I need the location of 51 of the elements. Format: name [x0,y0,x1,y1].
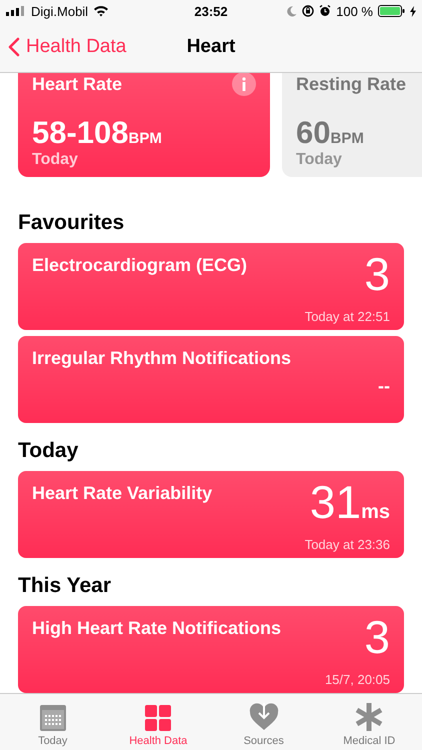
card-caption: Today [296,151,343,169]
tab[interactable]: Health Data [106,694,211,750]
reading-value: 58-108 [32,115,129,151]
reading-value: 31 [310,479,362,525]
section-heading: Today [18,439,80,463]
wifi-icon [93,5,110,17]
card-title: Heart Rate Variability [32,483,212,505]
tab[interactable]: Today [0,694,106,750]
section-heading: This Year [18,574,112,598]
signal-icon [6,6,26,16]
summary-card[interactable]: Resting Rate 60BPM Today [282,73,422,177]
info-icon[interactable] [232,73,256,96]
data-card[interactable]: Electrocardiogram (ECG) 3 Today at 22:51 [18,243,404,330]
data-card[interactable]: Heart Rate Variability 31ms Today at 23:36 [18,471,404,558]
clock-time: 23:52 [194,4,228,18]
grid-icon [145,705,172,731]
alarm-icon [319,5,332,17]
summary-card[interactable]: Heart Rate 58-108BPM Today [18,73,270,177]
unit-label: BPM [128,130,162,147]
tab[interactable]: Medical ID [316,694,422,750]
card-title: Heart Rate [32,74,122,94]
card-title: High Heart Rate Notifications [32,618,282,640]
unit-label: BPM [330,130,364,147]
charging-bolt-icon [410,6,416,16]
card-caption: Today [32,151,79,169]
data-card[interactable]: High Heart Rate Notifications 3 15/7, 20:05 [18,606,404,693]
data-card[interactable]: Irregular Rhythm Notifications -- [18,336,404,423]
reading-value: 3 [364,251,390,297]
reading-value: -- [378,376,390,397]
calendar-icon [40,705,66,731]
moon-icon [287,6,298,16]
section-heading: Favourites [18,211,126,235]
back-button[interactable]: Health Data [0,32,134,62]
card-caption: Today at 22:51 [304,309,390,324]
unit-label: ms [361,501,390,524]
asterisk-icon [355,703,384,731]
card-title: Irregular Rhythm Notifications [32,348,292,370]
reading-value: 60 [296,115,330,151]
card-title: Resting Rate [296,74,406,94]
card-caption: Today at 23:36 [304,537,390,552]
heart-download-icon [248,703,279,731]
card-caption: 15/7, 20:05 [324,672,390,687]
battery-icon [378,5,405,17]
chevron-left-icon [8,37,20,57]
screen-title: Heart [186,36,236,58]
rotation-lock-icon [302,5,314,17]
card-title: Electrocardiogram (ECG) [32,255,248,277]
reading-value: 3 [364,614,390,660]
tab[interactable]: Sources [211,694,316,750]
carrier-name: Digi.Mobil [31,4,88,18]
battery-percent: 100 % [336,4,373,18]
